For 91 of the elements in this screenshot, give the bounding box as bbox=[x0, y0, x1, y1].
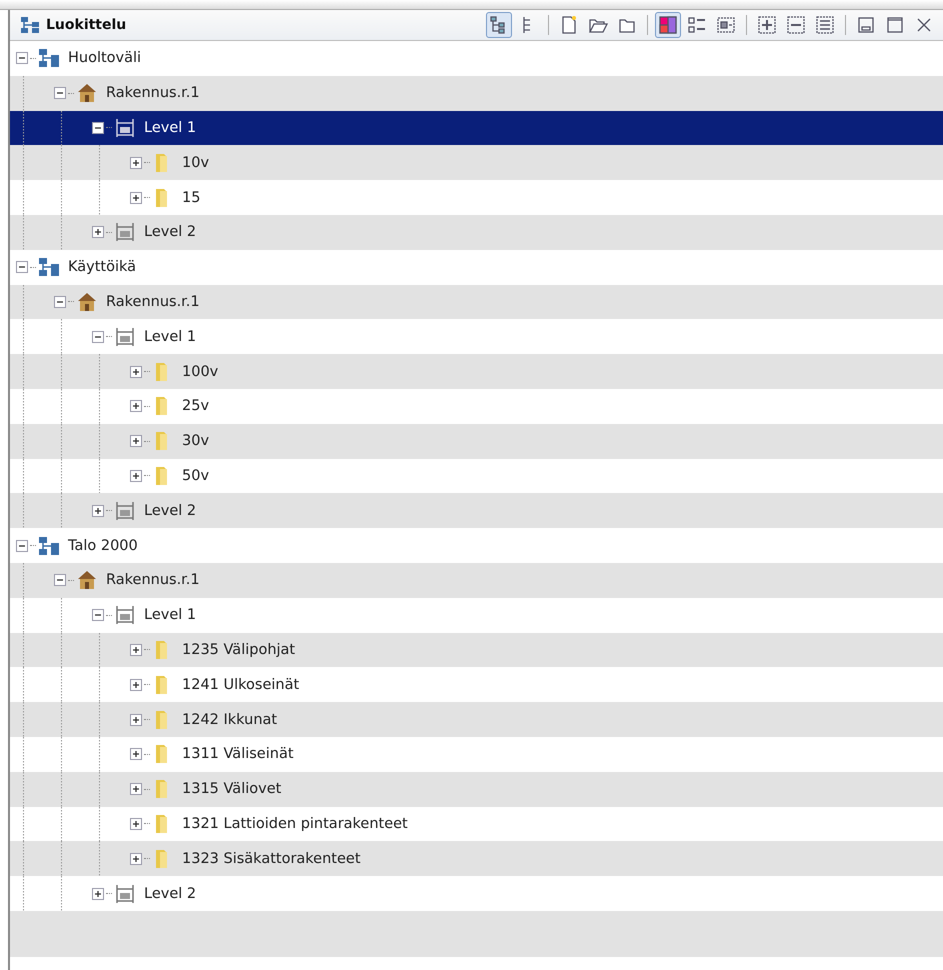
tree-row[interactable]: 1321 Lattioiden pintarakenteet bbox=[10, 806, 943, 842]
shelf-icon bbox=[114, 326, 136, 348]
tree-item-label[interactable]: Level 1 bbox=[144, 607, 196, 624]
tree-item-label[interactable]: 1235 Välipohjat bbox=[182, 642, 296, 658]
tree-item-label[interactable]: 50v bbox=[182, 468, 210, 484]
tree-item-label[interactable]: 1311 Väliseinät bbox=[182, 746, 294, 762]
tree-item-label[interactable]: Level 2 bbox=[144, 886, 196, 902]
tree-item-label[interactable]: Rakennus.r.1 bbox=[106, 294, 200, 310]
tree-item-label[interactable]: Talo 2000 bbox=[68, 538, 138, 554]
tree-row[interactable]: 25v bbox=[10, 388, 943, 424]
tree-row[interactable]: Talo 2000 bbox=[10, 528, 943, 563]
tree-item-label[interactable]: Rakennus.r.1 bbox=[106, 572, 200, 588]
house-icon bbox=[76, 82, 98, 104]
tree-item-label[interactable]: 15 bbox=[182, 190, 200, 206]
collapse-toggle[interactable] bbox=[92, 330, 104, 343]
expand-toggle[interactable] bbox=[130, 644, 142, 656]
tree-row[interactable]: Rakennus.r.1 bbox=[10, 284, 943, 320]
expand-toggle[interactable] bbox=[130, 748, 142, 760]
expand-toggle[interactable] bbox=[130, 678, 142, 691]
tree-row[interactable]: 1242 Ikkunat bbox=[10, 702, 943, 737]
tree-row[interactable]: 1235 Välipohjat bbox=[10, 632, 943, 668]
hierarchy-icon bbox=[38, 256, 60, 278]
tree-item-label[interactable]: Rakennus.r.1 bbox=[106, 85, 200, 102]
shelf-icon bbox=[114, 221, 136, 244]
shelf-icon bbox=[114, 882, 136, 905]
tree-item-label[interactable]: 100v bbox=[182, 364, 218, 380]
house-icon bbox=[76, 569, 98, 592]
collapse-toggle[interactable] bbox=[54, 574, 66, 586]
expand-toggle[interactable] bbox=[92, 504, 104, 517]
expand-toggle[interactable] bbox=[130, 714, 142, 726]
collapse-toggle[interactable] bbox=[54, 296, 66, 308]
tree-row[interactable]: 10v bbox=[10, 145, 943, 180]
expand-toggle[interactable] bbox=[92, 226, 104, 238]
tree-row[interactable]: Huoltoväli bbox=[10, 41, 943, 76]
tree-item-label[interactable]: 25v bbox=[182, 398, 210, 414]
tree-item-label[interactable]: Huoltoväli bbox=[68, 50, 142, 66]
tree-row[interactable]: 1315 Väliovet bbox=[10, 772, 943, 807]
tree-item-label[interactable]: 10v bbox=[182, 154, 210, 171]
tree-row[interactable]: Rakennus.r.1 bbox=[10, 76, 943, 111]
tree-row[interactable]: 15 bbox=[10, 180, 943, 215]
tree-row[interactable]: Level 1 bbox=[10, 319, 943, 354]
expand-toggle[interactable] bbox=[130, 156, 142, 169]
tree-row[interactable]: Level 1 bbox=[10, 598, 943, 633]
hierarchy-icon bbox=[38, 47, 60, 70]
hierarchy-icon bbox=[20, 16, 40, 34]
collapse-toggle[interactable] bbox=[16, 540, 28, 552]
expand-toggle[interactable] bbox=[130, 783, 142, 796]
tree-item-label[interactable]: 30v bbox=[182, 433, 210, 450]
shelf-icon bbox=[114, 604, 136, 626]
expand-toggle[interactable] bbox=[130, 192, 142, 204]
tree-row[interactable]: Level 2 bbox=[10, 214, 943, 250]
tree-view-icon[interactable] bbox=[486, 12, 512, 38]
collapse-toggle[interactable] bbox=[16, 52, 28, 64]
shelf-icon bbox=[114, 116, 136, 139]
collapse-toggle[interactable] bbox=[92, 122, 104, 134]
tree-item-label[interactable]: 1321 Lattioiden pintarakenteet bbox=[182, 816, 408, 832]
collapse-toggle[interactable] bbox=[92, 609, 104, 622]
expand-toggle[interactable] bbox=[130, 470, 142, 482]
tree-row[interactable]: Level 2 bbox=[10, 493, 943, 528]
shelf-icon bbox=[114, 500, 136, 522]
tree-row[interactable]: 100v bbox=[10, 354, 943, 389]
tree-item-label[interactable]: 1242 Ikkunat bbox=[182, 712, 278, 728]
hierarchy-icon bbox=[38, 534, 60, 557]
collapse-toggle[interactable] bbox=[54, 87, 66, 100]
expand-toggle[interactable] bbox=[130, 435, 142, 448]
tree-row[interactable]: 50v bbox=[10, 458, 943, 494]
color-swatch-icon[interactable] bbox=[655, 12, 681, 38]
tree-row[interactable]: Level 1 bbox=[10, 110, 943, 146]
tree-row[interactable]: 1311 Väliseinät bbox=[10, 736, 943, 772]
tree-item-label[interactable]: Level 2 bbox=[144, 224, 196, 240]
tree-row[interactable]: Käyttöikä bbox=[10, 250, 943, 285]
expand-toggle[interactable] bbox=[130, 366, 142, 378]
tree-row[interactable]: Level 2 bbox=[10, 876, 943, 911]
tree-item-label[interactable]: Käyttöikä bbox=[68, 259, 136, 276]
tree-item-label[interactable]: 1323 Sisäkattorakenteet bbox=[182, 850, 361, 867]
tree-row[interactable]: Rakennus.r.1 bbox=[10, 562, 943, 598]
expand-toggle[interactable] bbox=[130, 852, 142, 865]
tree-item-label[interactable]: Level 1 bbox=[144, 328, 196, 345]
tree-item-label[interactable]: Level 2 bbox=[144, 502, 196, 519]
collapse-toggle[interactable] bbox=[16, 261, 28, 274]
house-icon bbox=[76, 290, 98, 313]
tree-row[interactable]: 30v bbox=[10, 424, 943, 459]
expand-toggle[interactable] bbox=[92, 888, 104, 900]
expand-toggle[interactable] bbox=[130, 400, 142, 412]
tree-item-label[interactable]: 1241 Ulkoseinät bbox=[182, 676, 300, 693]
tree-row[interactable]: 1241 Ulkoseinät bbox=[10, 667, 943, 702]
expand-toggle[interactable] bbox=[130, 818, 142, 830]
panel-title: Luokittelu bbox=[46, 17, 126, 33]
tree-item-label[interactable]: Level 1 bbox=[144, 120, 196, 136]
tree-row[interactable]: 1323 Sisäkattorakenteet bbox=[10, 841, 943, 876]
tree-item-label[interactable]: 1315 Väliovet bbox=[182, 781, 282, 798]
